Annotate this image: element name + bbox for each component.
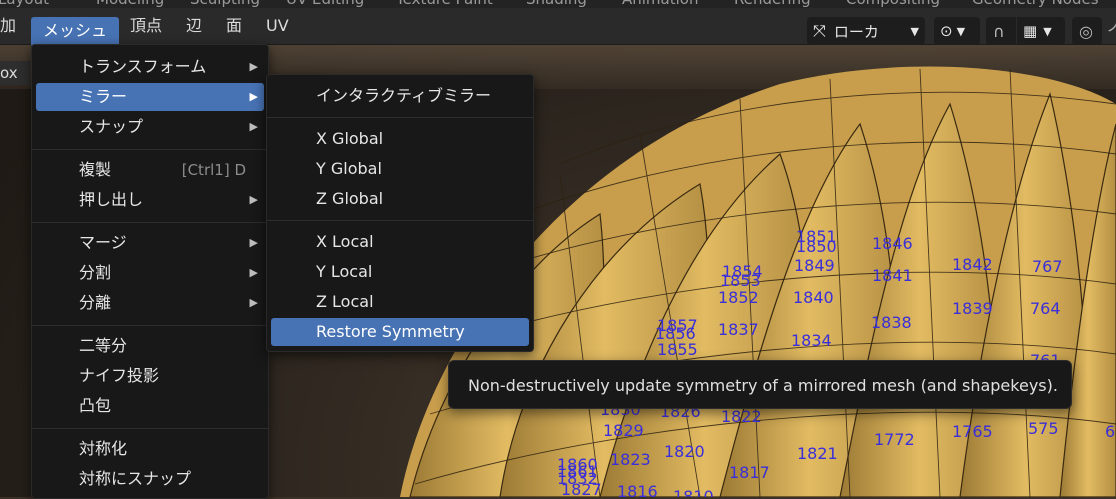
chevron-right-icon: ▶ bbox=[249, 120, 258, 133]
grid-icon: ▦ bbox=[1023, 22, 1038, 40]
menu-edge[interactable]: 辺 bbox=[186, 8, 202, 44]
magnet-icon: ∩ bbox=[993, 21, 1005, 41]
vertex-index: 1846 bbox=[872, 234, 913, 253]
vertex-index: 1849 bbox=[794, 256, 835, 275]
vertex-index: 1841 bbox=[872, 266, 913, 285]
menu-item-z-local[interactable]: Z Local bbox=[271, 288, 529, 316]
left-panel-label: ox bbox=[0, 61, 30, 85]
menu-item-convex-hull[interactable]: 凸包 bbox=[36, 392, 264, 420]
shortcut-label: [Ctrl1] D bbox=[181, 161, 246, 179]
transform-orientation-dropdown[interactable]: ⤧ ローカ ▼ bbox=[807, 17, 925, 45]
orientation-axes-icon: ⤧ bbox=[813, 21, 826, 40]
menu-item-symmetrize[interactable]: 対称化 bbox=[36, 435, 264, 463]
vertex-index: 1840 bbox=[793, 288, 834, 307]
menu-separator bbox=[32, 149, 268, 150]
vertex-index: 6 bbox=[1105, 422, 1116, 441]
workspace-tabs: Layout Modeling Sculpting UV Editing Tex… bbox=[0, 0, 1116, 8]
menu-item-merge[interactable]: マージ ▶ bbox=[36, 229, 264, 257]
menu-item-knife-project[interactable]: ナイフ投影 bbox=[36, 362, 264, 390]
menu-item-separate[interactable]: 分離 ▶ bbox=[36, 289, 264, 317]
vertex-index: 1838 bbox=[871, 313, 912, 332]
vertex-index: 1837 bbox=[718, 320, 759, 339]
chevron-down-icon: ▼ bbox=[910, 24, 919, 38]
menu-mesh[interactable]: メッシュ bbox=[31, 17, 119, 45]
menu-item-interactive-mirror[interactable]: インタラクティブミラー bbox=[271, 82, 529, 110]
menu-uv[interactable]: UV bbox=[266, 8, 289, 44]
menu-item-mirror[interactable]: ミラー ▶ bbox=[36, 83, 264, 111]
chevron-right-icon: ▶ bbox=[249, 236, 258, 249]
vertex-index: 1850 bbox=[796, 237, 837, 256]
menu-item-z-global[interactable]: Z Global bbox=[271, 185, 529, 213]
tab-compositing[interactable]: Compositing bbox=[846, 0, 940, 8]
vertex-index: 1834 bbox=[791, 331, 832, 350]
snap-toggle[interactable]: ∩ bbox=[986, 17, 1016, 45]
falloff-icon[interactable]: ノ bbox=[1106, 8, 1116, 44]
menu-item-x-local[interactable]: X Local bbox=[271, 228, 529, 256]
vertex-index: 1765 bbox=[952, 422, 993, 441]
vertex-index: 764 bbox=[1030, 299, 1061, 318]
proportional-edit-icon: ◎ bbox=[1079, 21, 1093, 41]
tab-shading[interactable]: Shading bbox=[526, 0, 587, 8]
chevron-right-icon: ▶ bbox=[249, 60, 258, 73]
vertex-index: 767 bbox=[1032, 257, 1063, 276]
menu-item-snap-to-symmetry[interactable]: 対称にスナップ bbox=[36, 465, 264, 493]
tab-animation[interactable]: Animation bbox=[622, 0, 698, 8]
menu-item-y-local[interactable]: Y Local bbox=[271, 258, 529, 286]
menu-item-transform[interactable]: トランスフォーム ▶ bbox=[36, 53, 264, 81]
vertex-index: 1823 bbox=[610, 450, 651, 469]
menu-separator bbox=[267, 117, 533, 118]
menu-item-x-global[interactable]: X Global bbox=[271, 125, 529, 153]
mesh-menu: トランスフォーム ▶ ミラー ▶ スナップ ▶ 複製 [Ctrl1] D 押し出し ▶ マ… bbox=[31, 44, 269, 499]
vertex-index: 575 bbox=[1028, 419, 1059, 438]
menu-add[interactable]: 加 bbox=[0, 8, 16, 44]
menu-separator bbox=[32, 222, 268, 223]
menu-vertex[interactable]: 頂点 bbox=[130, 8, 162, 44]
viewport-header: 加 メッシュ 頂点 辺 面 UV ⤧ ローカ ▼ ⊙ ▼ ∩ ▦ ▼ ◎ ノ bbox=[0, 8, 1116, 45]
menu-separator bbox=[32, 428, 268, 429]
pivot-point-dropdown[interactable]: ⊙ ▼ bbox=[934, 17, 980, 45]
chevron-down-icon: ▼ bbox=[956, 24, 966, 38]
vertex-index: 1829 bbox=[603, 421, 644, 440]
vertex-index: 1827 bbox=[561, 480, 602, 497]
vertex-index: 1810 bbox=[673, 487, 714, 497]
vertex-index: 1842 bbox=[952, 255, 993, 274]
menu-separator bbox=[32, 325, 268, 326]
tab-modeling[interactable]: Modeling bbox=[96, 0, 164, 8]
menu-item-restore-symmetry[interactable]: Restore Symmetry bbox=[271, 318, 529, 346]
tab-sculpting[interactable]: Sculpting bbox=[190, 0, 260, 8]
menu-item-split[interactable]: 分割 ▶ bbox=[36, 259, 264, 287]
chevron-right-icon: ▶ bbox=[249, 193, 258, 206]
vertex-index: 1820 bbox=[664, 442, 705, 461]
menu-item-bisect[interactable]: 二等分 bbox=[36, 332, 264, 360]
menu-item-extrude[interactable]: 押し出し ▶ bbox=[36, 186, 264, 214]
menu-item-duplicate[interactable]: 複製 [Ctrl1] D bbox=[36, 156, 264, 184]
vertex-index: 1855 bbox=[657, 340, 698, 359]
tab-layout[interactable]: Layout bbox=[0, 0, 49, 8]
vertex-index: 1772 bbox=[874, 430, 915, 449]
chevron-right-icon: ▶ bbox=[249, 296, 258, 309]
tab-geometry-nodes[interactable]: Geometry Nodes bbox=[972, 0, 1099, 8]
vertex-index: 1821 bbox=[797, 444, 838, 463]
tab-texture-paint[interactable]: Texture Paint bbox=[396, 0, 493, 8]
chevron-down-icon: ▼ bbox=[1043, 24, 1052, 38]
tab-uv-editing[interactable]: UV Editing bbox=[286, 0, 364, 8]
snap-target-dropdown[interactable]: ▦ ▼ bbox=[1017, 17, 1065, 45]
menu-item-y-global[interactable]: Y Global bbox=[271, 155, 529, 183]
chevron-right-icon: ▶ bbox=[249, 90, 258, 103]
tooltip: Non-destructively update symmetry of a m… bbox=[448, 360, 1072, 409]
menu-item-snap[interactable]: スナップ ▶ bbox=[36, 113, 264, 141]
vertex-index: 1852 bbox=[718, 288, 759, 307]
vertex-index: 1816 bbox=[617, 482, 658, 497]
orientation-label: ローカ bbox=[833, 22, 879, 41]
pivot-icon: ⊙ bbox=[940, 22, 953, 40]
vertex-index: 1817 bbox=[729, 463, 770, 482]
tab-rendering[interactable]: Rendering bbox=[734, 0, 811, 8]
chevron-right-icon: ▶ bbox=[249, 266, 258, 279]
menu-face[interactable]: 面 bbox=[226, 8, 242, 44]
vertex-index: 1839 bbox=[952, 299, 993, 318]
menu-separator bbox=[267, 220, 533, 221]
proportional-edit-toggle[interactable]: ◎ bbox=[1072, 17, 1102, 45]
mirror-submenu: インタラクティブミラー X Global Y Global Z Global X… bbox=[266, 74, 534, 352]
